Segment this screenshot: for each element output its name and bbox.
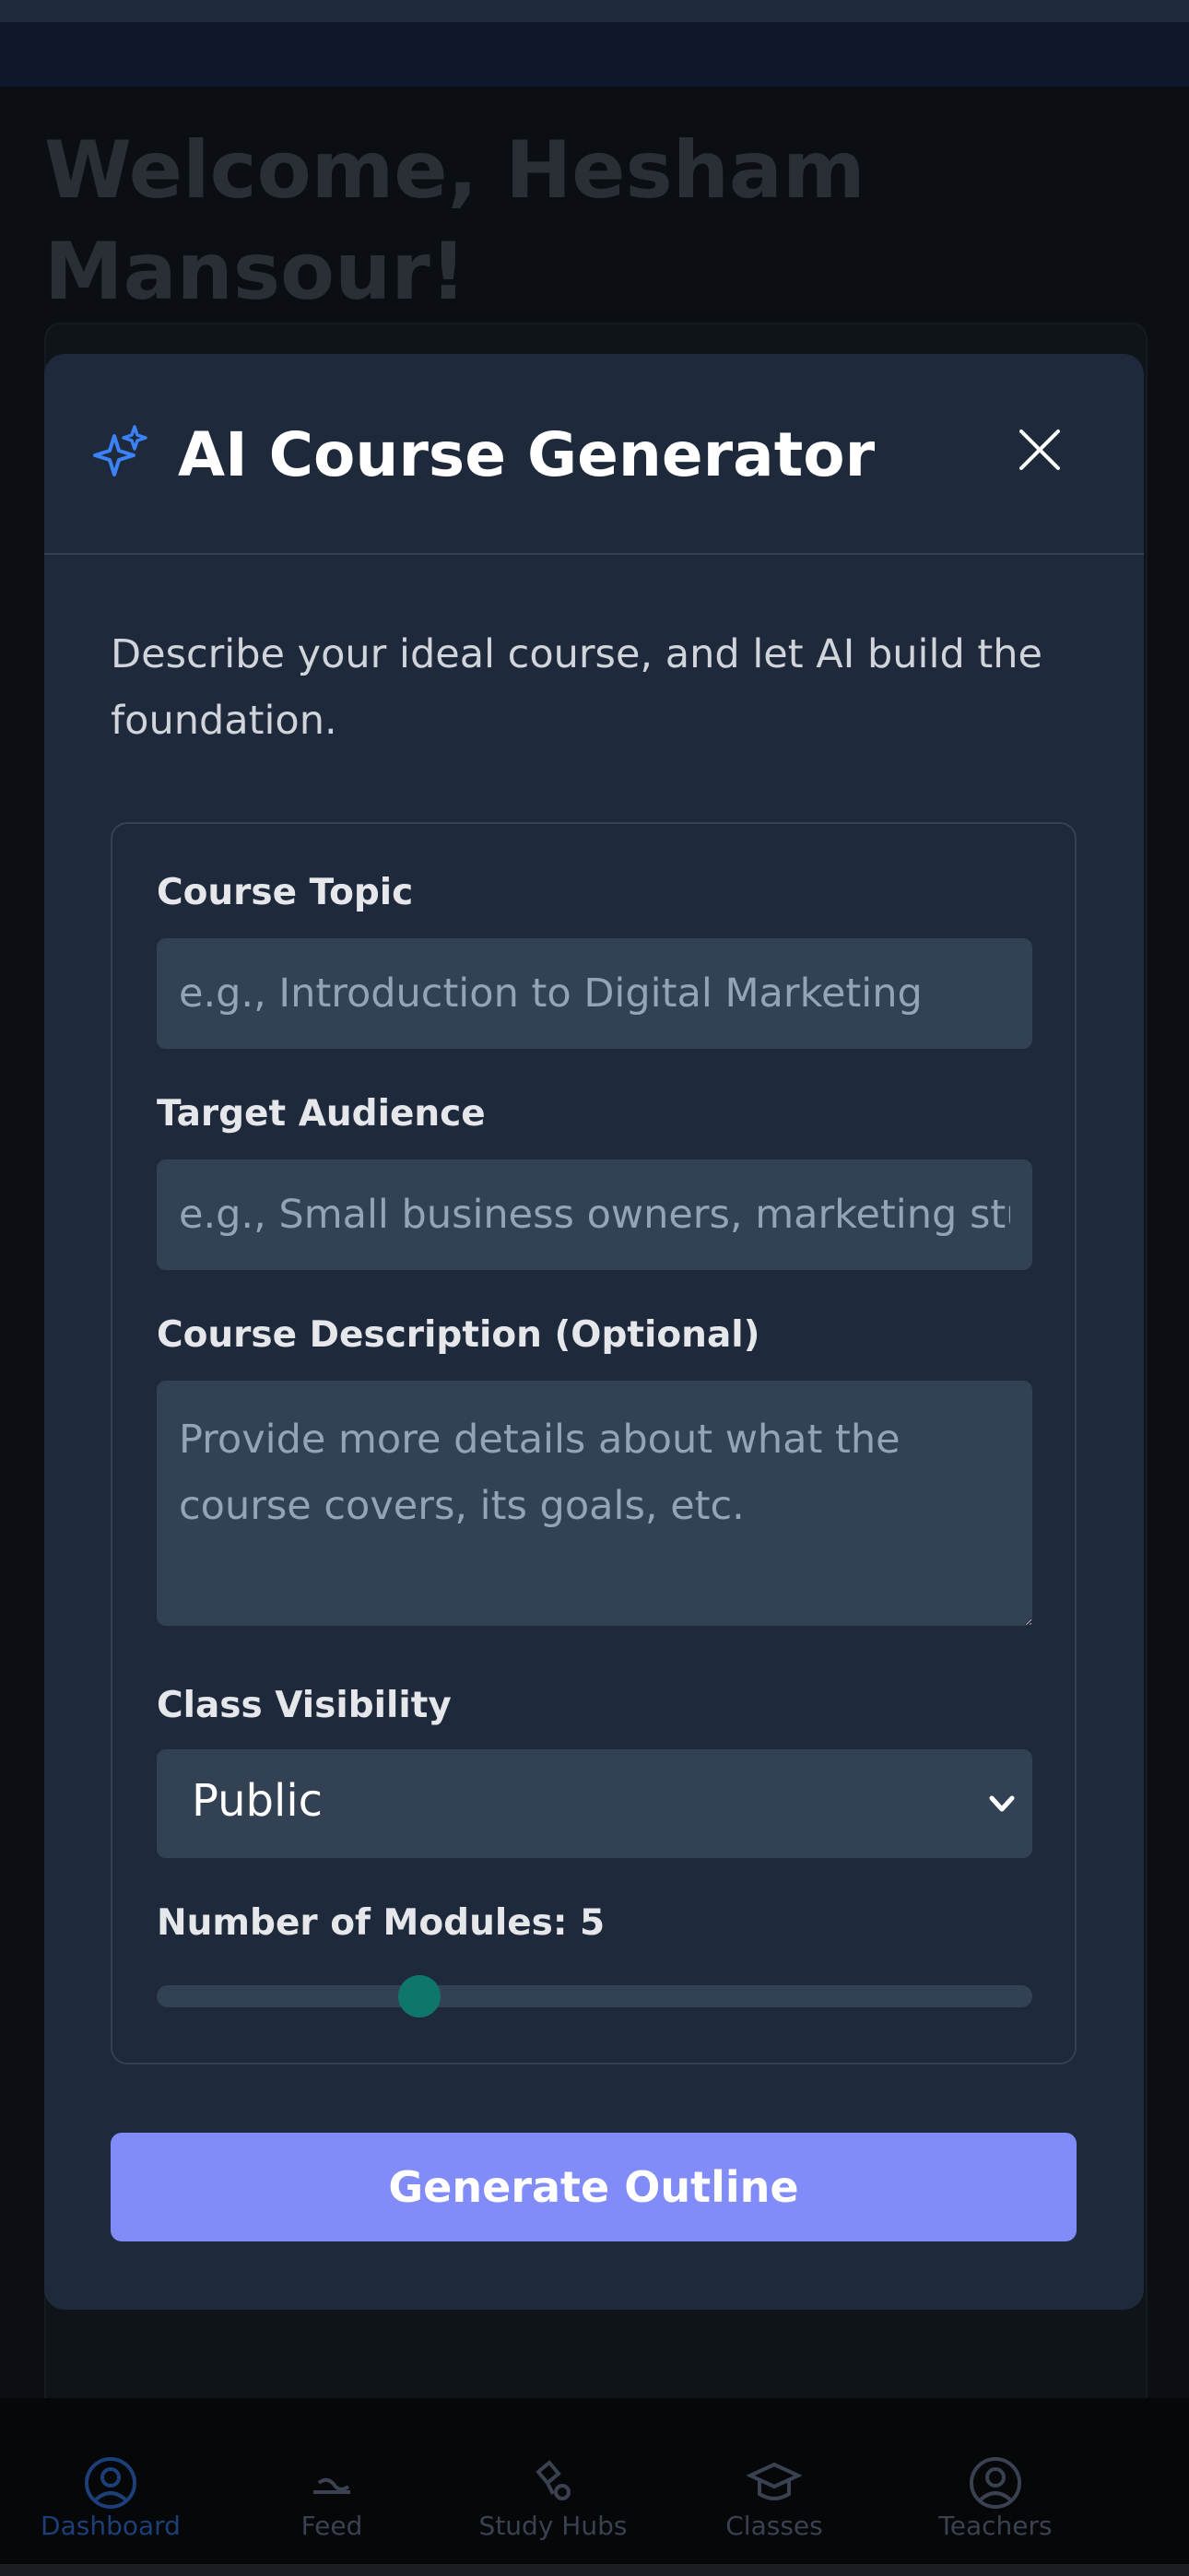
close-icon[interactable] [1012, 422, 1067, 477]
course-topic-input[interactable] [157, 938, 1032, 1049]
nav-label: Study Hubs [478, 2511, 628, 2541]
welcome-heading: Welcome, Hesham Mansour! [44, 124, 865, 318]
user-circle-icon [970, 2457, 1021, 2509]
course-form: Course Topic Target Audience Course Desc… [111, 822, 1077, 2064]
graduation-cap-icon [747, 2462, 802, 2500]
nav-item-study-hubs[interactable]: Study Hubs [442, 2398, 664, 2576]
sparkle-icon [93, 425, 147, 476]
class-visibility-label: Class Visibility [157, 1685, 452, 1726]
target-audience-input[interactable] [157, 1159, 1032, 1270]
visibility-selected-value: Public [192, 1775, 324, 1827]
nav-item-feed[interactable]: Feed [221, 2398, 442, 2576]
feed-icon [313, 2477, 350, 2494]
app-header [0, 22, 1189, 87]
generate-outline-button[interactable]: Generate Outline [111, 2133, 1077, 2241]
nav-label: Classes [725, 2511, 823, 2541]
modal-header: AI Course Generator [44, 354, 1144, 555]
bottom-nav: Dashboard Feed Study Hubs Classes Teache… [0, 2398, 1189, 2576]
course-topic-label: Course Topic [157, 872, 414, 913]
home-indicator-bar [0, 2564, 1189, 2576]
modal-intro-text: Describe your ideal course, and let AI b… [111, 631, 1042, 744]
nav-item-classes[interactable]: Classes [664, 2398, 885, 2576]
user-circle-icon [85, 2457, 136, 2509]
nav-item-dashboard[interactable]: Dashboard [0, 2398, 221, 2576]
target-audience-label: Target Audience [157, 1093, 486, 1135]
study-hubs-icon [536, 2460, 571, 2500]
modules-slider[interactable] [157, 1975, 1032, 2017]
nav-label: Dashboard [41, 2511, 181, 2541]
status-strip [0, 0, 1189, 22]
course-description-textarea[interactable] [157, 1381, 1032, 1626]
nav-label: Teachers [938, 2511, 1053, 2541]
course-description-label: Course Description (Optional) [157, 1314, 760, 1356]
nav-label: Feed [300, 2511, 363, 2541]
slider-thumb[interactable] [398, 1975, 441, 2017]
modal-title: AI Course Generator [178, 419, 876, 490]
chevron-down-icon [989, 1795, 1015, 1812]
class-visibility-select[interactable]: Public [157, 1749, 1032, 1858]
ai-course-generator-modal: AI Course Generator Describe your ideal … [44, 354, 1144, 2310]
modules-count-label: Number of Modules: 5 [157, 1902, 606, 1944]
nav-item-teachers[interactable]: Teachers [885, 2398, 1106, 2576]
